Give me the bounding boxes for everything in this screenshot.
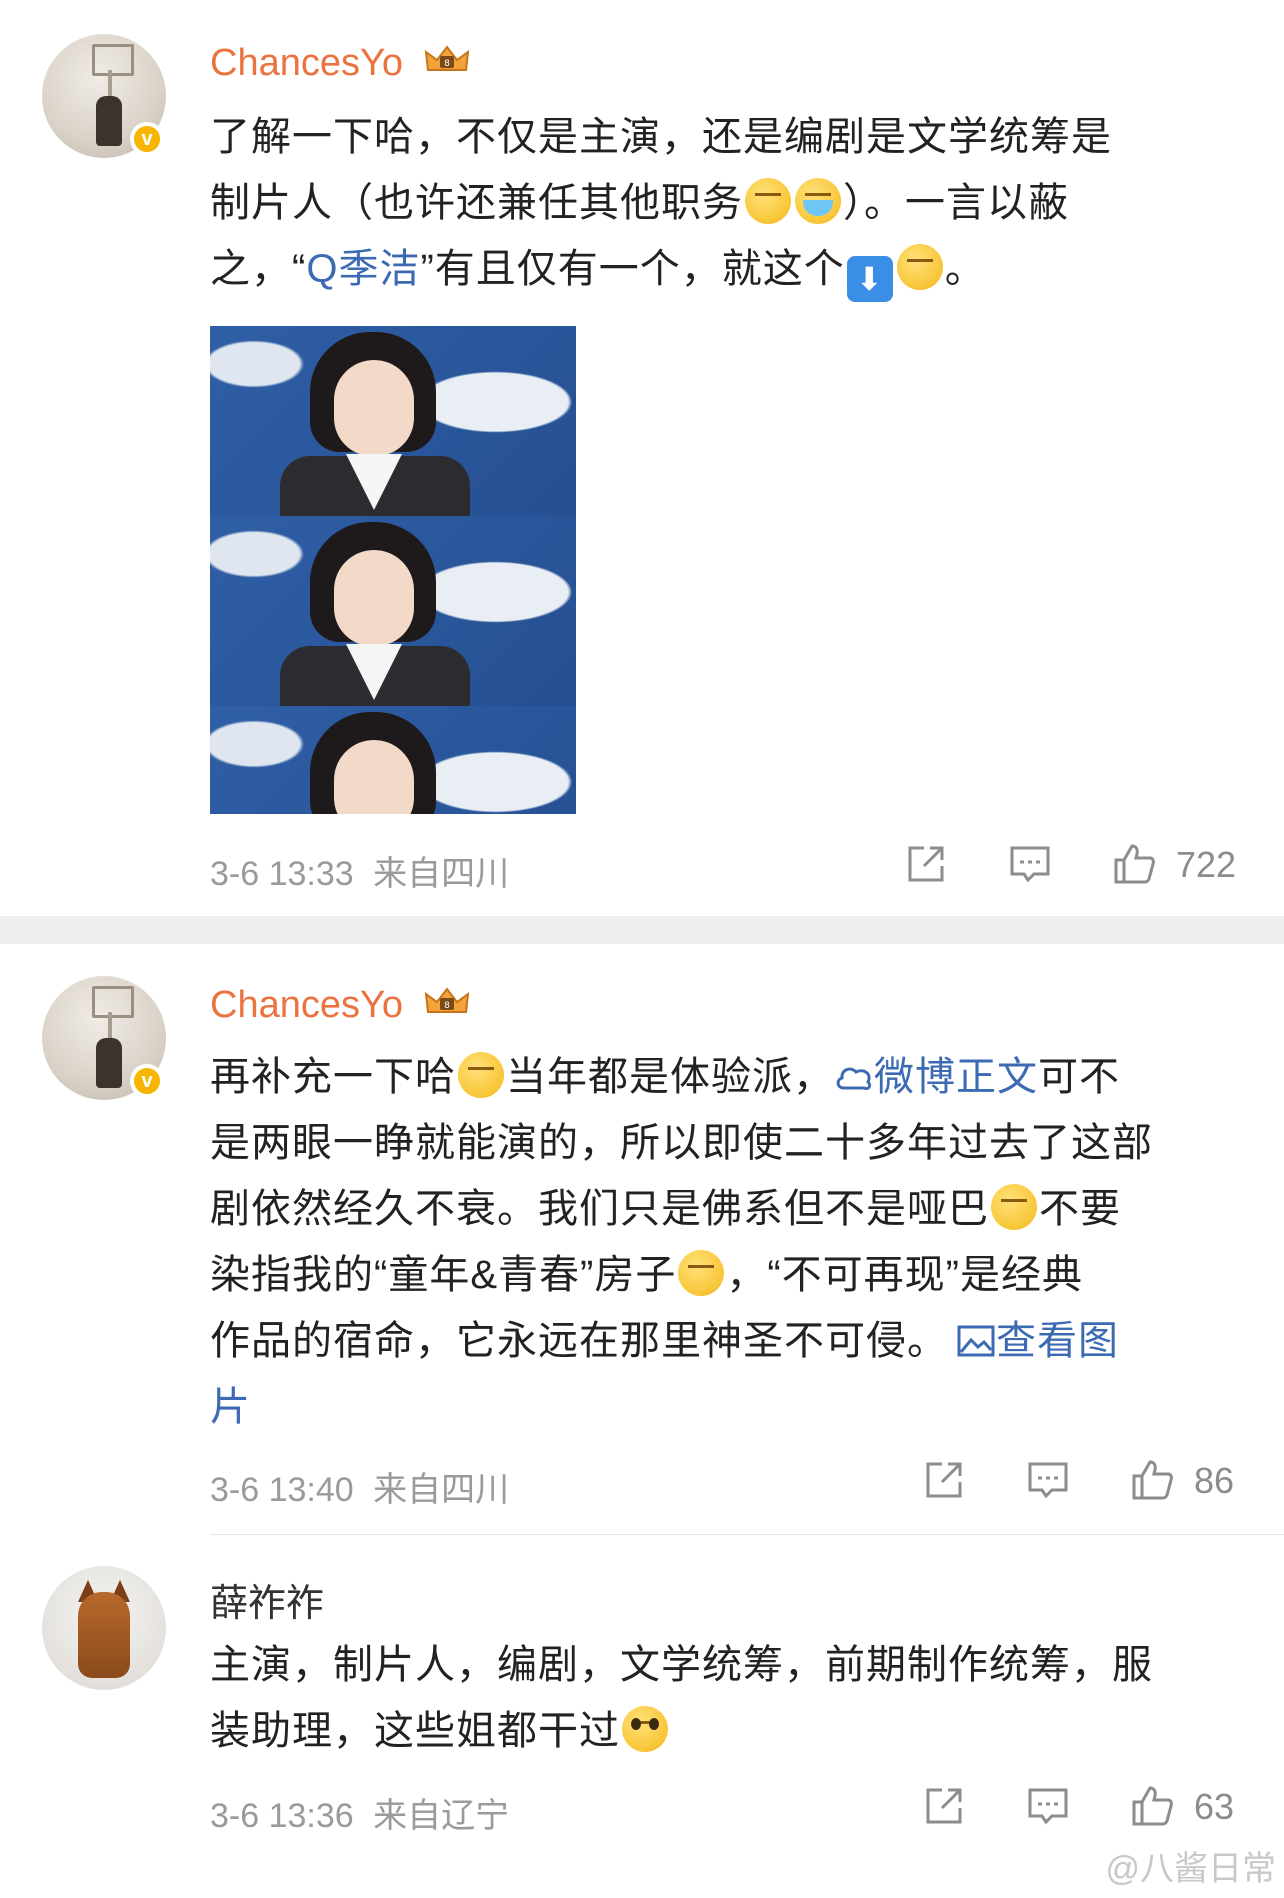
view-image-link-cont[interactable]: 片 [210,1385,251,1429]
text-run: 主演，制片人，编剧，文学统筹，前期制作统筹，服 [210,1643,1153,1687]
text-run: 可不 [1038,1055,1120,1099]
like-count: 722 [1176,844,1237,885]
text-run: 了解一下哈，不仅是主演，还是编剧是文学统筹是 [210,115,1112,159]
text-run: 是两眼一睁就能演的，所以即使二十多年过去了这部 [210,1121,1153,1165]
text-run: 再补充一下哈 [210,1055,456,1099]
avatar-figure [96,1038,122,1088]
comment-meta: 3-6 13:36 来自辽宁 [210,1788,509,1837]
repost-icon[interactable] [922,1458,966,1502]
view-image-link[interactable]: 查看图 [996,1319,1119,1363]
username-text[interactable]: ChancesYo [210,984,403,1026]
comment-meta: 3-6 13:33 来自四川 [210,846,509,895]
image-frame [210,326,576,526]
image-frame [210,516,576,716]
avatar-dog [78,1592,130,1678]
topic-link[interactable]: Q季洁 [306,247,420,291]
image-face [334,360,414,456]
source: 来自四川 [373,855,510,893]
timestamp: 3-6 13:33 [210,855,354,893]
comment-icon[interactable] [1026,1458,1070,1502]
line: 了解一下哈，不仅是主演，还是编剧是文学统筹是 [210,104,1250,170]
source: 来自辽宁 [373,1797,510,1835]
repost-icon[interactable] [904,842,948,886]
comment-text: 了解一下哈，不仅是主演，还是编剧是文学统筹是 制片人（也许还兼任其他职务 ）。一言… [210,104,1250,302]
text-run: 制片人（也许还兼任其他职务 [210,181,743,225]
like-count: 86 [1194,1460,1235,1501]
separator [210,1534,1284,1535]
comment-text: 主演，制片人，编剧，文学统筹，前期制作统筹，服 装助理，这些姐都干过 [210,1632,1250,1764]
line: 装助理，这些姐都干过 [210,1698,1250,1764]
text-run: ，“不可再现”是经典 [726,1253,1083,1297]
line: 再补充一下哈 当年都是体验派， 微博正文可不 [210,1044,1250,1110]
line: 剧依然经久不衰。我们只是佛系但不是哑巴 不要 [210,1176,1250,1242]
text-run: 染指我的“童年&青春”房子 [210,1253,677,1297]
verified-badge-icon: v [130,1064,164,1098]
action-bar: 722 [900,842,1270,892]
comment-text: 再补充一下哈 当年都是体验派， 微博正文可不 是两眼一睁就能演的，所以即使二十多年过… [210,1044,1250,1440]
text-run: 作品的宿命，它永远在那里神圣不可侵。 [210,1319,948,1363]
comment-icon[interactable] [1008,842,1052,886]
username[interactable]: ChancesYo 8 [210,42,470,85]
svg-text:8: 8 [444,59,450,69]
image-face [334,740,414,814]
smirk-emoji-icon [745,178,791,224]
weibo-link-icon [836,1067,872,1090]
repost-icon[interactable] [922,1784,966,1828]
line: 是两眼一睁就能演的，所以即使二十多年过去了这部 [210,1110,1250,1176]
image-link-icon [957,1325,995,1357]
line: 之，“Q季洁”有且仅有一个，就这个 ⬇ 。 [210,236,1250,302]
section-divider [0,916,1284,944]
pleading-emoji-icon [622,1706,668,1752]
like-icon[interactable] [1130,1784,1174,1828]
like-icon[interactable] [1130,1458,1174,1502]
action-bar: 63 [918,1784,1278,1834]
smirk-emoji-icon [991,1184,1037,1230]
image-frame [210,706,576,814]
avatar[interactable] [42,1566,166,1690]
avatar[interactable]: v [42,976,166,1100]
text-run: 装助理，这些姐都干过 [210,1709,620,1753]
username-text[interactable]: 薛祚祚 [210,1583,324,1625]
text-run: 。 [944,247,986,291]
smirk-emoji-icon [896,244,943,290]
comment-icon[interactable] [1026,1784,1070,1828]
line: 制片人（也许还兼任其他职务 ）。一言以蔽 [210,170,1250,236]
username[interactable]: 薛祚祚 [210,1572,324,1627]
line: 染指我的“童年&青春”房子 ，“不可再现”是经典 [210,1242,1250,1308]
username[interactable]: ChancesYo 8 [210,984,470,1027]
text-run: 剧依然经久不衰。我们只是佛系但不是哑巴 [210,1187,989,1231]
text-run: 之，“ [210,247,307,291]
attached-image[interactable] [210,326,576,814]
comment-meta: 3-6 13:40 来自四川 [210,1462,509,1511]
like-icon[interactable] [1112,842,1156,886]
timestamp: 3-6 13:36 [210,1797,354,1835]
action-bar: 86 [918,1458,1278,1508]
username-text[interactable]: ChancesYo [210,42,403,84]
line: 作品的宿命，它永远在那里神圣不可侵。 查看图 [210,1308,1250,1374]
avatar-figure [96,96,122,146]
text-run: ）。一言以蔽 [843,181,1069,225]
smirk-emoji-icon [458,1052,504,1098]
avatar[interactable]: v [42,34,166,158]
watermark: @八酱日常 [1105,1850,1276,1888]
svg-text:8: 8 [444,1001,450,1011]
weibo-post-link[interactable]: 微博正文 [874,1055,1038,1099]
avatar-hoop [92,986,134,1018]
line: 片 [210,1374,1250,1440]
text-run: 当年都是体验派， [506,1055,834,1099]
avatar-hoop [92,44,134,76]
down-arrow-emoji-icon: ⬇ [846,256,893,302]
like-count: 63 [1194,1786,1235,1827]
line: 主演，制片人，编剧，文学统筹，前期制作统筹，服 [210,1632,1250,1698]
timestamp: 3-6 13:40 [210,1471,354,1509]
verified-badge-icon: v [130,122,164,156]
image-face [334,550,414,646]
smirk-emoji-icon [678,1250,725,1296]
crown-level-icon: 8 [424,987,469,1013]
crying-emoji-icon [795,178,841,224]
source: 来自四川 [373,1471,510,1509]
text-run: ”有且仅有一个，就这个 [420,247,845,291]
crown-level-icon: 8 [424,45,469,71]
text-run: 不要 [1039,1187,1121,1231]
